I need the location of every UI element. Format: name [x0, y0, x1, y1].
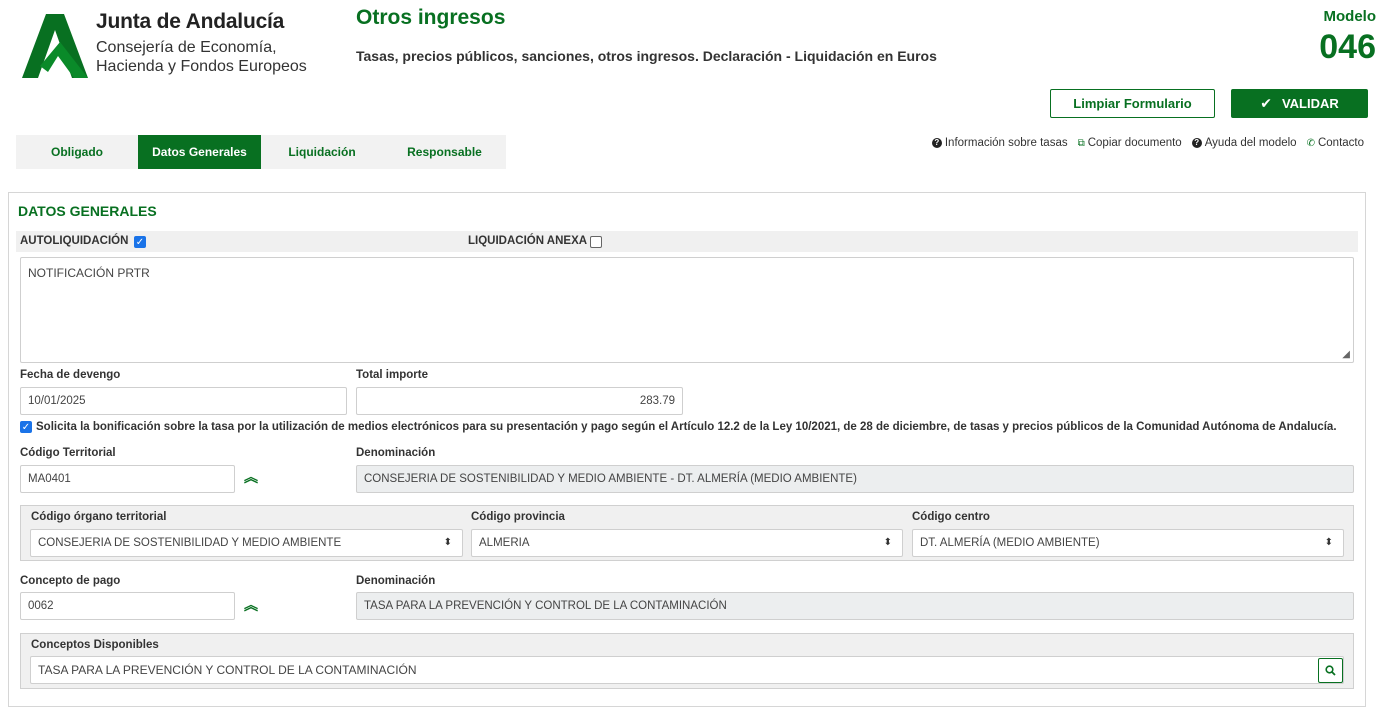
description-textarea[interactable]: NOTIFICACIÓN PRTR ◢	[20, 257, 1354, 363]
fecha-devengo-label: Fecha de devengo	[20, 369, 121, 381]
total-importe-value: 283.79	[639, 395, 675, 407]
org-name: Junta de Andalucía	[96, 10, 285, 33]
total-importe-label: Total importe	[356, 369, 428, 381]
denominacion-territorial-field: CONSEJERIA DE SOSTENIBILIDAD Y MEDIO AMB…	[356, 465, 1354, 493]
denominacion-concepto-value: TASA PARA LA PREVENCIÓN Y CONTROL DE LA …	[364, 600, 727, 612]
info-tasas-label: Información sobre tasas	[944, 137, 1068, 149]
concepto-label: Concepto de pago	[20, 575, 121, 587]
form-tabs: Obligado Datos Generales Liquidación Res…	[16, 135, 506, 169]
validate-button[interactable]: ✔ VALIDAR	[1231, 89, 1368, 118]
codigo-territorial-label: Código Territorial	[20, 447, 116, 459]
select-arrows-icon: ⬍	[883, 537, 892, 548]
info-tasas-link[interactable]: ? Información sobre tasas	[931, 137, 1068, 149]
org-dept-line1: Consejería de Economía,	[96, 39, 277, 56]
autoliquidacion-label: AUTOLIQUIDACIÓN	[20, 235, 129, 247]
organo-select[interactable]: CONSEJERIA DE SOSTENIBILIDAD Y MEDIO AMB…	[30, 529, 463, 557]
provincia-label: Código provincia	[471, 511, 565, 523]
codigo-territorial-value: MA0401	[28, 473, 71, 485]
liquidacion-anexa-label: LIQUIDACIÓN ANEXA	[468, 235, 588, 247]
centro-value: DT. ALMERÍA (MEDIO AMBIENTE)	[920, 537, 1100, 549]
concepto-value: 0062	[28, 600, 54, 612]
modelo-number: 046	[1319, 28, 1376, 66]
page-title: Otros ingresos	[356, 6, 506, 29]
chevron-double-up-icon[interactable]: ︽	[244, 598, 258, 612]
chevron-double-up-icon[interactable]: ︽	[244, 470, 258, 484]
conceptos-disponibles-label: Conceptos Disponibles	[31, 639, 159, 651]
organo-value: CONSEJERIA DE SOSTENIBILIDAD Y MEDIO AMB…	[38, 537, 342, 549]
copy-icon: ⧉	[1077, 137, 1085, 149]
denominacion-label: Denominación	[356, 447, 436, 459]
conceptos-disponibles-value: TASA PARA LA PREVENCIÓN Y CONTROL DE LA …	[38, 663, 417, 677]
section-title: DATOS GENERALES	[18, 203, 157, 219]
autoliquidacion-checkbox[interactable]: ✓	[134, 236, 146, 248]
denominacion-concepto-field: TASA PARA LA PREVENCIÓN Y CONTROL DE LA …	[356, 592, 1354, 620]
bonificacion-text: Solicita la bonificación sobre la tasa p…	[36, 421, 1337, 433]
help-model-link[interactable]: ? Ayuda del modelo	[1191, 137, 1297, 149]
org-department: Consejería de Economía, Hacienda y Fondo…	[96, 38, 336, 76]
org-dept-line2: Hacienda y Fondos Europeos	[96, 58, 307, 75]
copy-document-label: Copiar documento	[1087, 137, 1182, 149]
bonificacion-checkbox[interactable]: ✓	[20, 421, 32, 433]
question-circle-icon: ?	[931, 138, 942, 148]
organo-label: Código órgano territorial	[31, 511, 167, 523]
check-icon: ✔	[1260, 95, 1272, 111]
select-arrows-icon: ⬍	[443, 537, 452, 548]
clear-form-label: Limpiar Formulario	[1073, 96, 1192, 111]
tab-datos-generales[interactable]: Datos Generales	[138, 135, 261, 169]
help-model-label: Ayuda del modelo	[1204, 137, 1297, 149]
tab-obligado[interactable]: Obligado	[16, 135, 138, 169]
fecha-devengo-input[interactable]: 10/01/2025	[20, 387, 347, 415]
copy-document-link[interactable]: ⧉ Copiar documento	[1078, 137, 1182, 149]
contact-link[interactable]: ✆ Contacto	[1307, 137, 1364, 149]
provincia-select[interactable]: ALMERIA ⬍	[471, 529, 903, 557]
search-button[interactable]	[1318, 658, 1343, 683]
denominacion-territorial-value: CONSEJERIA DE SOSTENIBILIDAD Y MEDIO AMB…	[364, 473, 857, 485]
centro-select[interactable]: DT. ALMERÍA (MEDIO AMBIENTE) ⬍	[912, 529, 1344, 557]
validate-label: VALIDAR	[1281, 96, 1339, 111]
total-importe-input[interactable]: 283.79	[356, 387, 683, 415]
autoliquidacion-bar	[16, 231, 1358, 252]
resize-handle-icon[interactable]: ◢	[1342, 349, 1350, 360]
conceptos-disponibles-input[interactable]: TASA PARA LA PREVENCIÓN Y CONTROL DE LA …	[30, 656, 1344, 684]
denominacion-concepto-label: Denominación	[356, 575, 436, 587]
question-circle-icon: ?	[1191, 138, 1202, 148]
modelo-label: Modelo	[1323, 8, 1377, 25]
tab-liquidacion[interactable]: Liquidación	[261, 135, 383, 169]
description-value: NOTIFICACIÓN PRTR	[28, 266, 150, 280]
liquidacion-anexa-checkbox[interactable]	[590, 236, 602, 248]
centro-label: Código centro	[912, 511, 990, 523]
help-links: ? Información sobre tasas ⧉ Copiar docum…	[931, 137, 1364, 149]
page-subtitle: Tasas, precios públicos, sanciones, otro…	[356, 48, 937, 64]
junta-andalucia-logo	[20, 12, 90, 80]
provincia-value: ALMERIA	[479, 537, 530, 549]
clear-form-button[interactable]: Limpiar Formulario	[1050, 89, 1215, 118]
select-arrows-icon: ⬍	[1324, 537, 1333, 548]
codigo-territorial-input[interactable]: MA0401	[20, 465, 235, 493]
concepto-input[interactable]: 0062	[20, 592, 235, 620]
contact-label: Contacto	[1317, 137, 1364, 149]
fecha-devengo-value: 10/01/2025	[28, 395, 86, 407]
bonificacion-row: ✓ Solicita la bonificación sobre la tasa…	[20, 421, 1337, 433]
phone-icon: ✆	[1306, 137, 1315, 149]
search-icon	[1325, 665, 1336, 676]
tab-responsable[interactable]: Responsable	[383, 135, 506, 169]
